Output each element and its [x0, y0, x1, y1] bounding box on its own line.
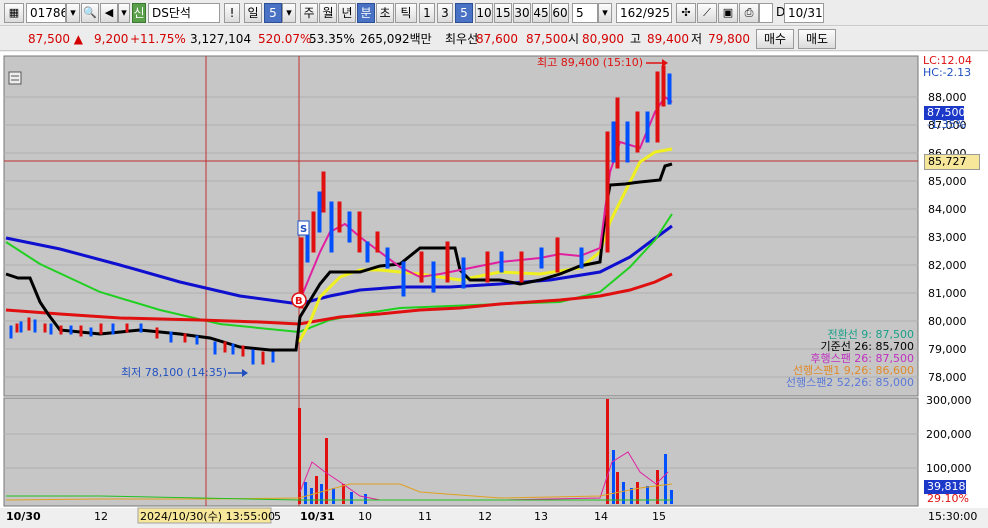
svg-text:10: 10 — [358, 510, 372, 523]
search-icon[interactable]: 🔍 — [81, 3, 99, 23]
low-price: 79,800 — [708, 32, 750, 46]
interval-15-button[interactable]: 15 — [494, 3, 512, 23]
buy-marker-text: B — [295, 296, 303, 307]
svg-text:81,000: 81,000 — [928, 287, 967, 300]
stock-chart[interactable]: B S 88,000 87,000 86,000 85,000 84,000 8… — [0, 52, 988, 528]
low-marker-label: 최저 78,100 (14:35) — [121, 366, 228, 379]
sell-button[interactable]: 매도 — [798, 29, 836, 49]
new-listing-badge: 신 — [132, 3, 146, 23]
period-day-button[interactable]: 일 — [244, 3, 262, 23]
svg-text:79,000: 79,000 — [928, 343, 967, 356]
period-tick-button[interactable]: 틱 — [395, 3, 417, 23]
chart-icon[interactable]: ▦ — [4, 3, 24, 23]
crosshair-time-label: 2024/10/30(수) 13:55:00 — [140, 510, 275, 523]
last-pct-label: -1.35% — [927, 118, 966, 131]
svg-text:12: 12 — [478, 510, 492, 523]
interval-5-button[interactable]: 5 — [455, 3, 473, 23]
svg-text:14: 14 — [594, 510, 608, 523]
chevron-down-icon[interactable]: ▾ — [66, 3, 80, 23]
high-price: 89,400 — [647, 32, 689, 46]
price-change-pct: +11.75% — [130, 32, 186, 46]
high-marker-label: 최고 89,400 (15:10) — [537, 56, 644, 69]
speaker-icon[interactable]: ◀ — [100, 3, 118, 23]
hc-label: HC:-2.13 — [923, 66, 972, 79]
period-week-button[interactable]: 주 — [300, 3, 318, 23]
svg-text:78,000: 78,000 — [928, 371, 967, 384]
svg-text:300,000: 300,000 — [926, 394, 972, 407]
stock-name-field[interactable]: DS단석 — [148, 3, 220, 23]
chevron-down-icon[interactable]: ▾ — [598, 3, 612, 23]
period-year-button[interactable]: 년 — [338, 3, 356, 23]
svg-text:15:30:00: 15:30:00 — [928, 510, 977, 523]
period-number-select[interactable]: 5 — [264, 3, 282, 23]
price-panel — [3, 55, 919, 397]
best-ask: 87,600 — [476, 32, 518, 46]
svg-text:12: 12 — [94, 510, 108, 523]
price-change: 9,200 — [94, 32, 129, 46]
low-label: 저 — [691, 32, 703, 46]
svg-text:80,000: 80,000 — [928, 315, 967, 328]
svg-text:85,000: 85,000 — [928, 175, 967, 188]
d-checkbox[interactable] — [759, 3, 773, 23]
stock-code-input[interactable]: 017860 — [26, 3, 66, 23]
legend-leading2: 선행스팬2 52,26: 85,000 — [785, 376, 914, 389]
volume-ratio: 520.07% — [258, 32, 312, 46]
interval-3-button[interactable]: 3 — [437, 3, 453, 23]
save-icon[interactable]: ▣ — [718, 3, 738, 23]
grid-settings-icon — [8, 71, 22, 85]
high-label: 고 — [630, 32, 642, 46]
open-label: 시 — [568, 32, 580, 46]
interval-1-button[interactable]: 1 — [419, 3, 435, 23]
current-price: 87,500 ▲ — [28, 32, 84, 46]
best-ask-label: 최우선 — [445, 32, 479, 46]
svg-text:100,000: 100,000 — [926, 462, 972, 475]
svg-text:5: 5 — [274, 510, 281, 523]
sell-marker-text: S — [300, 224, 307, 235]
period-second-button[interactable]: 초 — [376, 3, 394, 23]
svg-text:83,000: 83,000 — [928, 231, 967, 244]
chevron-down-icon[interactable]: ▾ — [118, 3, 130, 23]
svg-text:88,000: 88,000 — [928, 91, 967, 104]
period-minute-button[interactable]: 분 — [357, 3, 375, 23]
trend-tool-icon[interactable]: ⟋ — [697, 3, 717, 23]
svg-text:82,000: 82,000 — [928, 259, 967, 272]
svg-text:11: 11 — [418, 510, 432, 523]
turnover-rate: 53.35% — [309, 32, 355, 46]
interval-10-button[interactable]: 10 — [475, 3, 493, 23]
chevron-down-icon[interactable]: ▾ — [282, 3, 296, 23]
svg-text:84,000: 84,000 — [928, 203, 967, 216]
count-field: 162/925 — [616, 3, 672, 23]
crosshair-price-tag: 85,727 — [924, 154, 980, 170]
crosshair-tool-icon[interactable]: ✣ — [676, 3, 696, 23]
date-field[interactable]: 10/31 — [784, 3, 824, 23]
buy-button[interactable]: 매수 — [756, 29, 794, 49]
svg-text:13: 13 — [534, 510, 548, 523]
trade-amount: 265,092백만 — [360, 32, 432, 46]
print-icon[interactable]: ⎙ — [739, 3, 759, 23]
volume: 3,127,104 — [190, 32, 252, 46]
quote-bar: 87,500 ▲ 9,200 +11.75% 3,127,104 520.07%… — [0, 27, 988, 51]
interval-30-button[interactable]: 30 — [513, 3, 531, 23]
best-bid: 87,500 — [526, 32, 568, 46]
period-month-button[interactable]: 월 — [319, 3, 337, 23]
svg-text:10/31: 10/31 — [300, 510, 335, 523]
chart-toolbar: ▦ 017860 ▾ 🔍 ◀ ▾ 신 DS단석 ! 일 5 ▾ 주 월 년 분 … — [0, 0, 988, 26]
chart-canvas: B S 88,000 87,000 86,000 85,000 84,000 8… — [0, 55, 988, 528]
alert-button[interactable]: ! — [224, 3, 240, 23]
volume-pct-label: 29.10% — [927, 492, 969, 505]
volume-panel — [3, 397, 919, 507]
interval-45-button[interactable]: 45 — [532, 3, 550, 23]
svg-text:15: 15 — [652, 510, 666, 523]
open-price: 80,900 — [582, 32, 624, 46]
interval-select[interactable]: 5 — [572, 3, 598, 23]
svg-text:200,000: 200,000 — [926, 428, 972, 441]
interval-60-button[interactable]: 60 — [551, 3, 569, 23]
svg-text:10/30: 10/30 — [6, 510, 41, 523]
